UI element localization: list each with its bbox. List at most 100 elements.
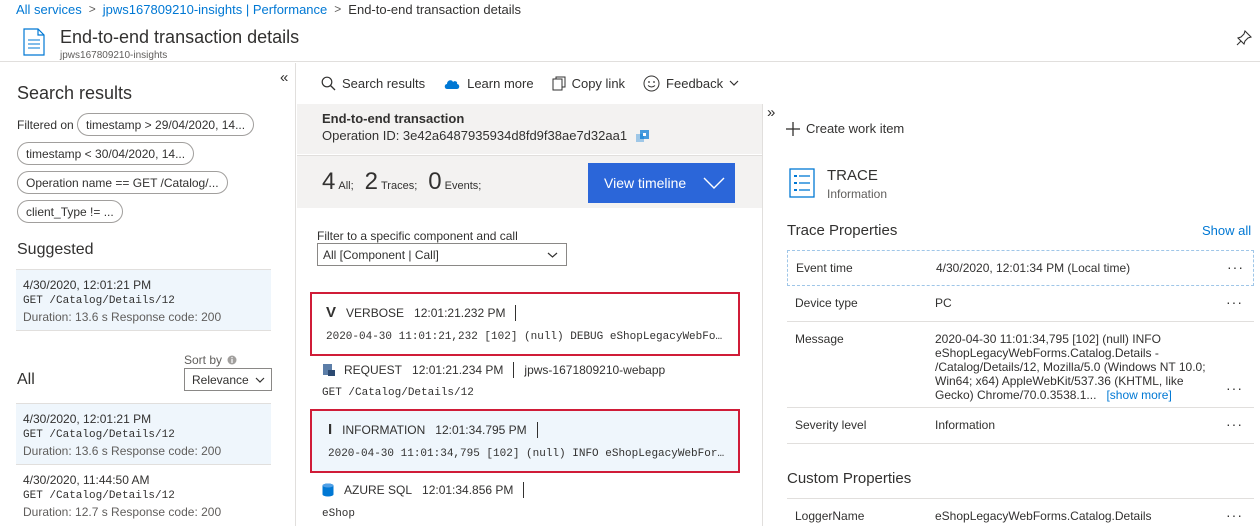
custom-properties-heading: Custom Properties [787, 470, 912, 487]
chevron-down-icon [255, 377, 265, 383]
sort-by-text: Sort by [184, 353, 223, 367]
property-key: Device type [795, 296, 858, 310]
property-value: 4/30/2020, 12:01:34 PM (Local time) [936, 261, 1131, 275]
breadcrumb-insights-performance[interactable]: jpws167809210-insights | Performance [103, 2, 328, 17]
divider [515, 304, 517, 321]
call-body: GET /Catalog/Details/12 [322, 387, 474, 399]
copy-link-label: Copy link [571, 75, 626, 91]
result-meta: Duration: 13.6 s Response code: 200 [23, 310, 222, 324]
call-item-azure-sql[interactable]: AZURE SQL 12:01:34.856 PM eShop [310, 482, 740, 526]
transaction-title: End-to-end transaction [322, 111, 465, 126]
chevron-down-icon [547, 252, 558, 258]
breadcrumb-current: End-to-end transaction details [348, 1, 522, 17]
sort-by-value: Relevance [192, 372, 249, 387]
toolbar: Search results Learn more Copy link Feed… [297, 63, 762, 103]
search-results-button[interactable]: Search results [321, 76, 425, 91]
property-row[interactable]: Device type PC ··· [787, 286, 1254, 322]
property-value: PC [935, 296, 952, 310]
feedback-label: Feedback [666, 75, 724, 91]
search-results-pane: « Search results Filtered on timestamp >… [0, 63, 296, 526]
call-header: REQUEST 12:01:21.234 PM jpws-1671809210-… [322, 362, 728, 378]
collapse-pane-icon[interactable]: « [280, 69, 288, 86]
filter-pill-operation-name[interactable]: Operation name == GET /Catalog/... [17, 171, 228, 194]
filter-pill-timestamp-to[interactable]: timestamp < 30/04/2020, 14... [17, 142, 195, 165]
component-filter-dropdown[interactable]: All [Component | Call] [317, 243, 567, 266]
call-time: 12:01:21.234 PM [412, 363, 504, 377]
count-traces-label: Traces; [381, 180, 418, 192]
detail-type: TRACE [827, 167, 878, 184]
page-header: End-to-end transaction details jpws16780… [0, 22, 1260, 62]
property-row[interactable]: Message 2020-04-30 11:01:34,795 [102] (n… [787, 322, 1254, 408]
copy-link-button[interactable]: Copy link [552, 76, 625, 91]
filtered-on-label: Filtered on [17, 118, 74, 132]
result-path: GET /Catalog/Details/12 [23, 429, 175, 441]
counts-bar: 4 All; 2 Traces; 0 Events; View timeline [297, 155, 762, 208]
trace-properties-heading: Trace Properties [787, 222, 898, 239]
call-time: 12:01:21.232 PM [414, 305, 506, 320]
property-value: Information [935, 418, 996, 432]
severity-letter: I [328, 421, 333, 438]
create-work-item-button[interactable]: Create work item [786, 121, 904, 136]
more-actions-icon[interactable]: ··· [1226, 380, 1243, 396]
suggested-heading: Suggested [17, 241, 94, 258]
call-body: 2020-04-30 11:01:21,232 [102] (null) DEB… [326, 331, 728, 343]
call-item-verbose[interactable]: V VERBOSE 12:01:21.232 PM 2020-04-30 11:… [310, 292, 740, 356]
result-path: GET /Catalog/Details/12 [23, 490, 175, 502]
expand-pane-icon[interactable]: » [767, 104, 775, 121]
copy-icon [552, 76, 566, 90]
result-path: GET /Catalog/Details/12 [23, 295, 175, 307]
operation-id: Operation ID: 3e42a6487935934d8fd9f38ae7… [322, 128, 628, 143]
chevron-down-icon [703, 177, 725, 189]
call-time: 12:01:34.856 PM [422, 483, 514, 497]
property-key: Severity level [795, 418, 867, 432]
result-time: 4/30/2020, 12:01:21 PM [23, 412, 152, 426]
filter-pill-client-type[interactable]: client_Type != ... [17, 200, 123, 223]
request-icon [323, 364, 335, 376]
result-time: 4/30/2020, 12:01:21 PM [23, 278, 152, 292]
count-all[interactable]: 4 [322, 168, 335, 196]
search-results-label: Search results [342, 75, 426, 91]
result-meta: Duration: 13.6 s Response code: 200 [23, 444, 222, 458]
trace-list-icon [789, 168, 815, 198]
filter-pill-timestamp-from[interactable]: timestamp > 29/04/2020, 14... [77, 113, 255, 136]
call-item-request[interactable]: REQUEST 12:01:21.234 PM jpws-1671809210-… [310, 362, 740, 406]
divider [523, 482, 525, 498]
page-title: End-to-end transaction details [60, 27, 300, 47]
show-all-link[interactable]: Show all [1202, 223, 1251, 238]
property-key: Message [795, 332, 844, 346]
more-actions-icon[interactable]: ··· [1227, 259, 1244, 275]
count-traces[interactable]: 2 [365, 168, 378, 196]
property-row[interactable]: LoggerName eShopLegacyWebForms.Catalog.D… [787, 498, 1254, 526]
pin-icon[interactable] [1236, 30, 1252, 46]
copy-icon[interactable] [635, 129, 651, 143]
show-more-link[interactable]: [show more] [1106, 388, 1171, 402]
call-header: I INFORMATION 12:01:34.795 PM [328, 421, 728, 438]
more-actions-icon[interactable]: ··· [1226, 507, 1243, 523]
more-actions-icon[interactable]: ··· [1226, 416, 1243, 432]
detail-pane: » Create work item TRACE Information Tra… [762, 104, 1260, 526]
breadcrumb-separator: > [88, 2, 96, 16]
result-item[interactable]: 4/30/2020, 12:01:21 PM GET /Catalog/Deta… [16, 403, 271, 465]
count-events-label: Events; [444, 180, 482, 192]
call-item-information[interactable]: I INFORMATION 12:01:34.795 PM 2020-04-30… [310, 409, 740, 473]
sort-by-label: Sort by [184, 353, 237, 367]
suggested-result-item[interactable]: 4/30/2020, 12:01:21 PM GET /Catalog/Deta… [16, 269, 271, 331]
property-value: eShopLegacyWebForms.Catalog.Details [935, 509, 1152, 523]
sort-by-dropdown[interactable]: Relevance [184, 368, 272, 391]
property-row[interactable]: Severity level Information ··· [787, 408, 1254, 444]
call-kind: AZURE SQL [344, 483, 413, 497]
breadcrumb-separator: > [334, 2, 342, 16]
learn-more-label: Learn more [467, 75, 534, 91]
view-timeline-button[interactable]: View timeline [588, 163, 735, 203]
item-counts: 4 All; 2 Traces; 0 Events; [322, 168, 492, 196]
plus-icon [786, 121, 800, 136]
breadcrumb-all-services[interactable]: All services [16, 2, 82, 17]
feedback-button[interactable]: Feedback [643, 75, 745, 92]
result-item[interactable]: 4/30/2020, 11:44:50 AM GET /Catalog/Deta… [16, 464, 271, 526]
property-row[interactable]: Event time 4/30/2020, 12:01:34 PM (Local… [787, 250, 1254, 286]
count-events[interactable]: 0 [428, 168, 441, 196]
cloud-icon [444, 79, 460, 89]
learn-more-button[interactable]: Learn more [443, 75, 534, 91]
document-icon [23, 28, 45, 56]
more-actions-icon[interactable]: ··· [1226, 294, 1243, 310]
